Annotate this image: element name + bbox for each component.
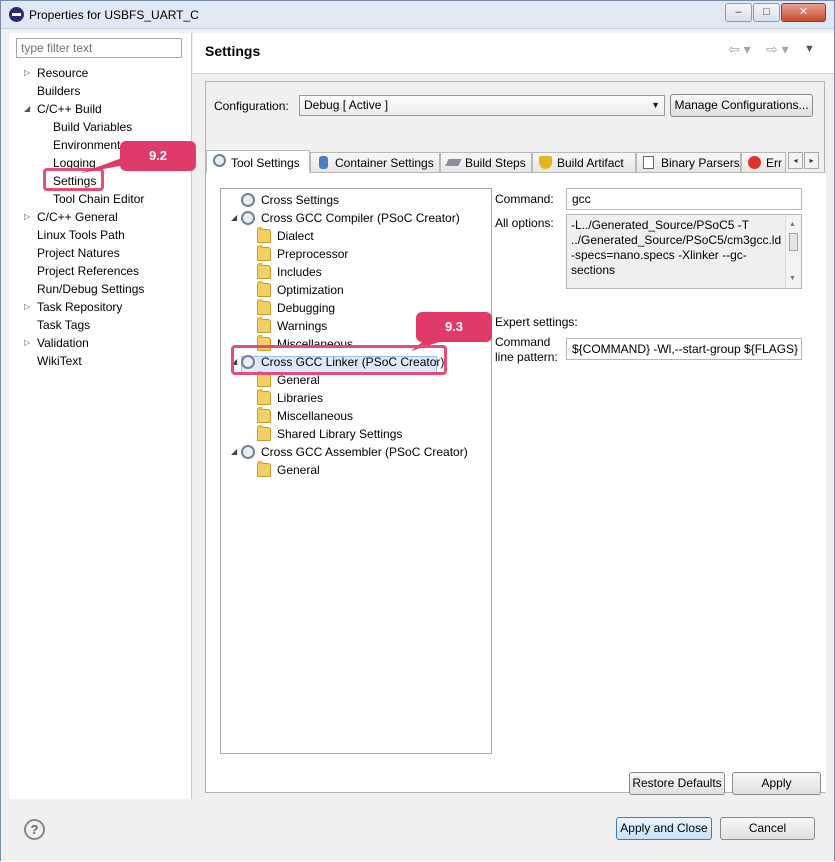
callout-9-2: 9.2 — [120, 141, 196, 171]
tab-label: Tool Settings — [231, 156, 300, 170]
properties-dialog: Properties for USBFS_UART_C – □ ✕ ▷Resou… — [0, 0, 835, 861]
tab-tool-settings[interactable]: Tool Settings — [206, 150, 310, 173]
callout-9-3: 9.3 — [416, 312, 492, 342]
annotation-arrows — [81, 151, 461, 351]
gear-icon — [213, 154, 226, 167]
linker-highlight-box — [231, 345, 447, 375]
